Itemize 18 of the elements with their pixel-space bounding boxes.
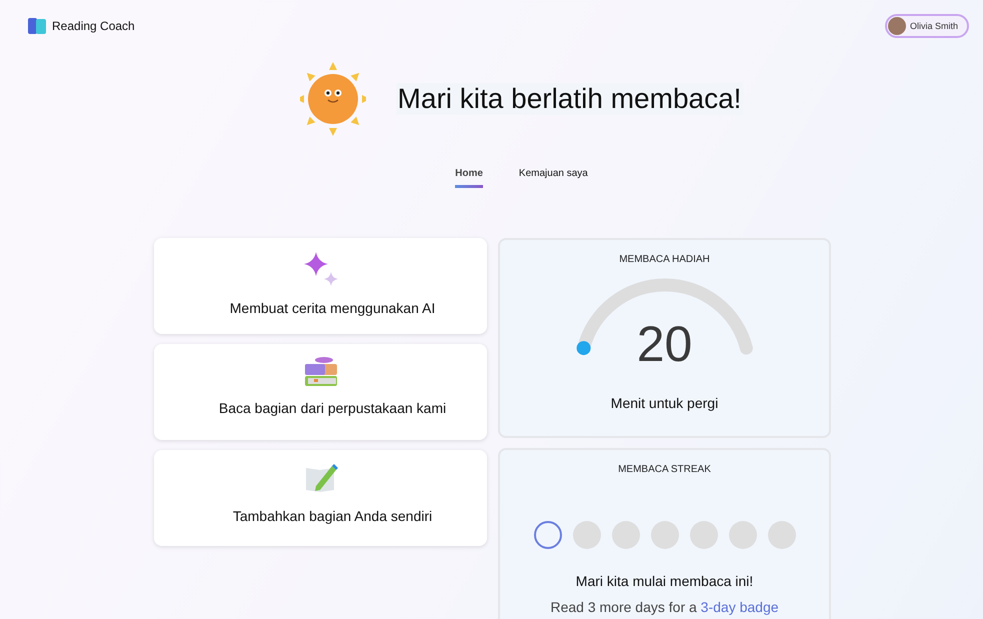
books-icon: [304, 356, 338, 388]
gauge-caption: Menit untuk pergi: [610, 395, 718, 411]
page-title: Mari kita berlatih membaca!: [396, 83, 744, 115]
user-profile-button[interactable]: Olivia Smith: [884, 14, 969, 38]
action-card[interactable]: Tambahkan bagian Anda sendiri: [154, 450, 487, 546]
action-card[interactable]: Membuat cerita menggunakan AI: [154, 238, 487, 334]
streak-note: Read 3 more days for a 3-day badge: [550, 599, 779, 615]
streak-message: Mari kita mulai membaca ini!: [576, 573, 754, 589]
badge-link[interactable]: 3-day badge: [700, 599, 779, 615]
nav-tab[interactable]: Kemajuan saya: [518, 168, 588, 188]
card-title: MEMBACA HADIAH: [619, 254, 710, 265]
card-title: MEMBACA STREAK: [618, 464, 711, 475]
avatar-placeholder: [888, 17, 906, 35]
action-card[interactable]: Baca bagian dari perpustakaan kami: [154, 344, 487, 440]
book-logo-icon: [28, 18, 46, 34]
minutes-value: 20: [636, 319, 692, 369]
app-name: Reading Coach: [52, 19, 135, 33]
nav-tab[interactable]: Home: [455, 168, 483, 188]
